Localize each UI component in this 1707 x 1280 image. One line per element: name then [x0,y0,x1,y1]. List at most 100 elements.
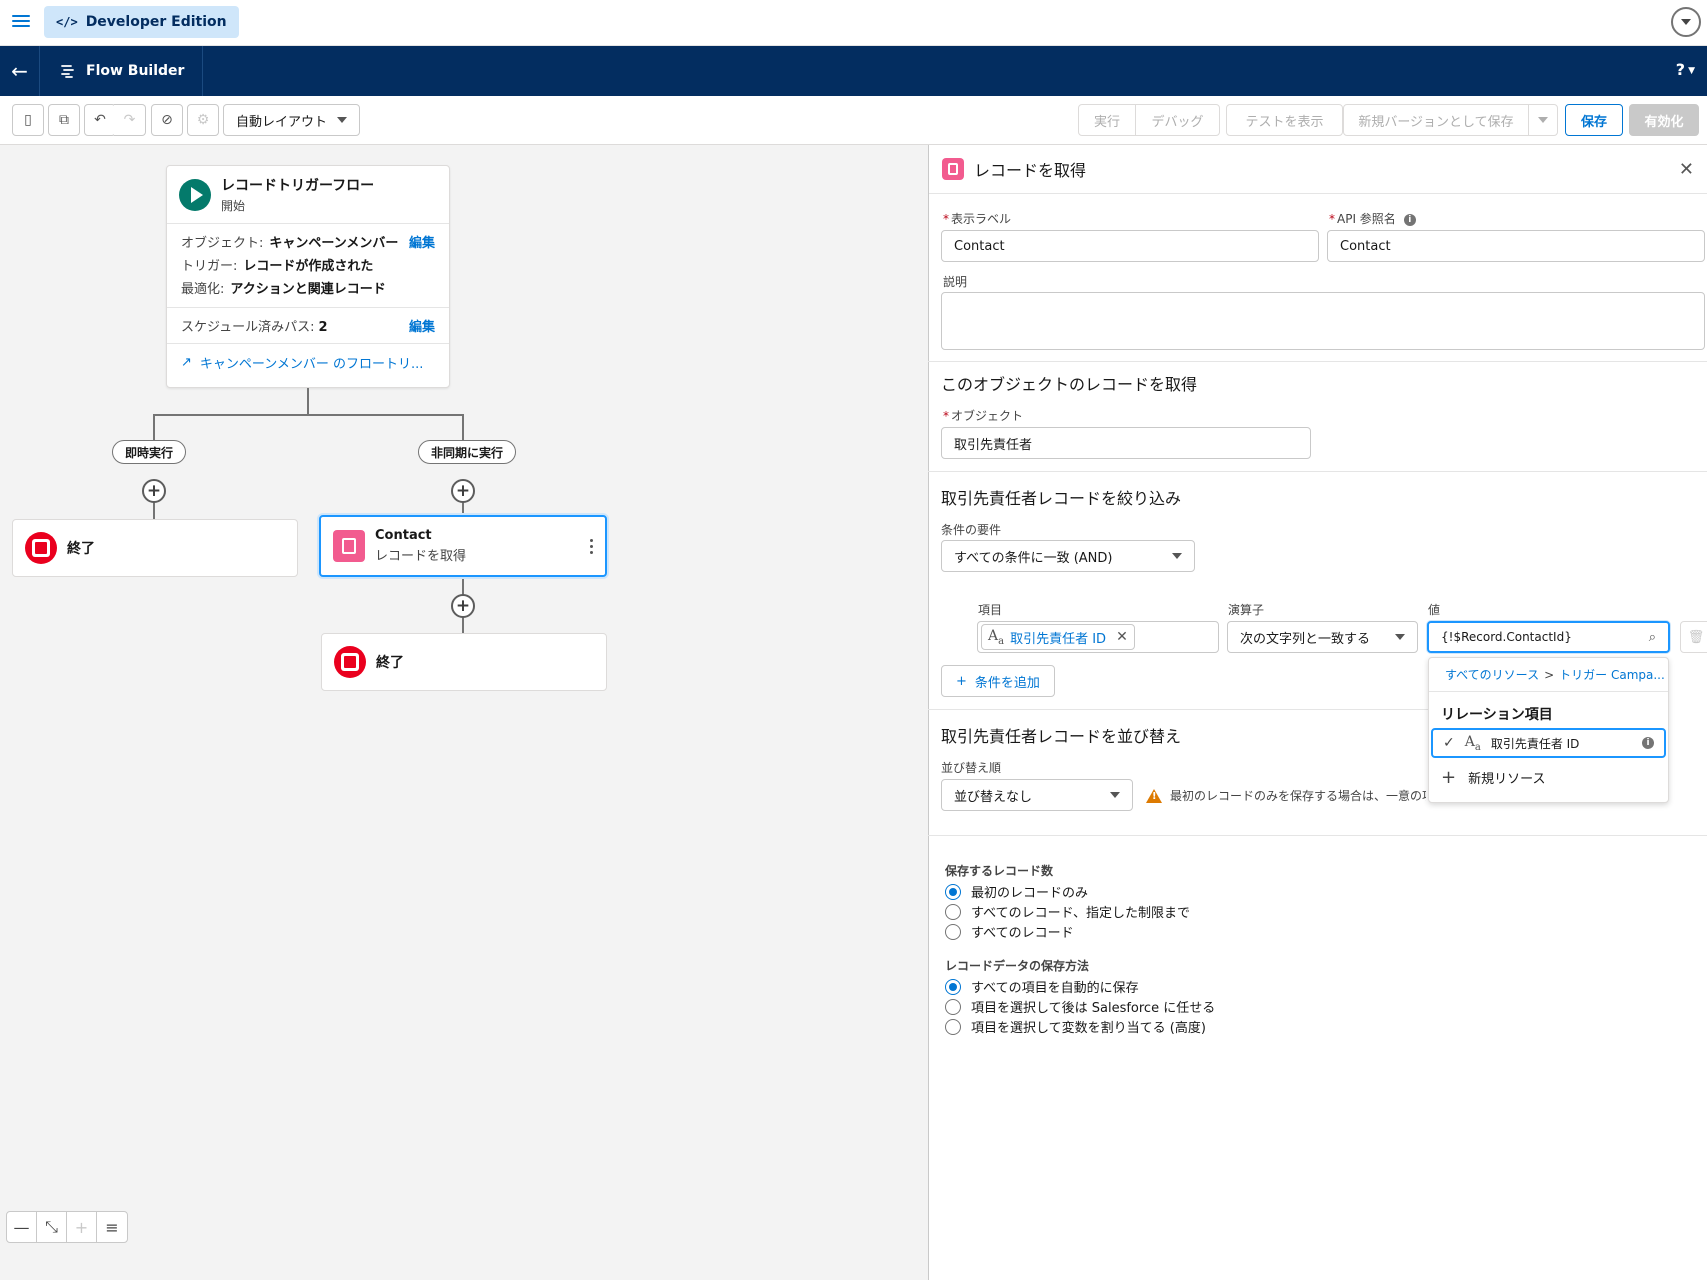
activate-button[interactable]: 有効化 [1629,104,1699,136]
user-menu-button[interactable] [1671,7,1701,37]
divider [928,471,1707,472]
edit-scheduled-paths-link[interactable]: 編集 [409,316,435,335]
gear-icon: ⚙ [196,112,210,128]
add-element-button[interactable]: + [451,479,475,503]
description-textarea[interactable] [941,292,1705,350]
layout-select[interactable]: 自動レイアウト [223,104,360,136]
breadcrumb: すべてのリソース > トリガー Campa... [1429,658,1668,692]
save-options-button[interactable] [1528,104,1558,136]
optimize-value: アクションと関連レコード [230,282,386,297]
flow-icon [61,65,74,78]
store-method-option[interactable]: 項目を選択して後は Salesforce に任せる [945,997,1215,1016]
record-count-option[interactable]: 最初のレコードのみ [945,882,1088,901]
get-records-icon [942,158,964,180]
sort-order-select[interactable]: 並び替えなし [941,779,1133,811]
condition-requirement-select[interactable]: すべての条件に一致 (AND) [941,540,1195,572]
toggle-toolbox-button[interactable]: ▯ [12,104,44,136]
field-pill-label: 取引先責任者 ID [1010,631,1107,647]
trigger-key: トリガー: [181,259,238,274]
ban-icon: ⊘ [161,112,173,128]
add-element-button[interactable]: + [451,594,475,618]
info-icon[interactable]: i [1403,213,1416,226]
object-input[interactable]: 取引先責任者 [941,427,1311,459]
divider [928,709,1428,710]
back-button[interactable]: ← [0,46,40,96]
start-element[interactable]: レコードトリガーフロー 開始 オブジェクト: キャンペーンメンバー 編集 トリガ… [166,165,450,388]
label-field-label: * 表示ラベル [943,212,1012,226]
zoom-out-button[interactable]: — [7,1212,37,1242]
save-as-new-version-button[interactable]: 新規バージョンとして保存 [1343,104,1529,136]
condition-field-input[interactable]: Aa 取引先責任者 ID ✕ [977,621,1219,653]
delete-condition-button[interactable]: 🗑 [1680,621,1707,653]
text-field-icon: Aa [1464,733,1481,753]
zoom-in-button[interactable]: + [67,1212,97,1242]
panel-title: レコードを取得 [974,161,1087,180]
flow-canvas[interactable]: レコードトリガーフロー 開始 オブジェクト: キャンペーンメンバー 編集 トリガ… [0,145,928,1280]
condition-value-input[interactable]: {!$Record.ContactId} ⌕ [1427,621,1670,653]
stop-icon [334,646,366,678]
object-key: オブジェクト: [181,236,264,251]
check-icon: ✓ [1443,735,1455,751]
label-input[interactable]: Contact [941,230,1319,262]
sidebar-icon: ▯ [24,112,32,128]
new-resource-option[interactable]: + 新規リソース [1429,758,1668,796]
radio-selected[interactable] [945,978,961,995]
record-count-option[interactable]: すべてのレコード、指定した制限まで [945,902,1190,921]
radio[interactable] [945,1018,961,1035]
store-method-option[interactable]: 項目を選択して変数を割り当てる (高度) [945,1017,1206,1036]
object-value: キャンペーンメンバー [269,236,399,251]
field-pill[interactable]: Aa 取引先責任者 ID ✕ [981,624,1135,650]
radio[interactable] [945,998,961,1015]
end-element[interactable]: 終了 [12,519,298,577]
add-element-button[interactable]: + [142,479,166,503]
settings-button[interactable]: ⚙ [187,104,219,136]
show-tests-button[interactable]: テストを表示 [1226,104,1343,136]
stop-icon [25,532,57,564]
redo-button[interactable]: ↷ [114,104,146,136]
fit-view-button[interactable]: ⤡ [37,1212,67,1242]
sort-warning: 最初のレコードのみを保存する場合は、一意の項 [1146,787,1426,804]
optimize-key: 最適化: [181,282,225,297]
chevron-down-icon [1110,792,1120,798]
breadcrumb-root[interactable]: すべてのリソース [1445,666,1539,683]
trigger-explorer-link[interactable]: ↗ キャンペーンメンバー のフロートリ... [167,344,449,381]
store-method-option[interactable]: すべての項目を自動的に保存 [945,977,1139,996]
close-icon[interactable]: ✕ [1116,629,1128,645]
debug-button[interactable]: デバッグ [1135,104,1220,136]
get-records-element[interactable]: Contact レコードを取得 [319,515,607,577]
info-icon[interactable]: i [1642,737,1654,749]
option-label: すべての項目を自動的に保存 [971,981,1139,996]
trigger-value: レコードが作成された [243,259,374,274]
divider [928,361,1707,362]
radio[interactable] [945,903,961,920]
option-label: すべてのレコード [971,926,1074,941]
undo-button[interactable]: ↶ [84,104,116,136]
play-icon [179,178,211,211]
errors-button[interactable]: ⊘ [151,104,183,136]
more-actions-icon[interactable] [590,538,593,554]
chevron-down-icon [1395,634,1405,640]
radio-selected[interactable] [945,883,961,900]
record-count-option[interactable]: すべてのレコード [945,922,1074,941]
save-button[interactable]: 保存 [1565,104,1623,136]
option-label: 項目を選択して変数を割り当てる (高度) [971,1021,1206,1036]
store-method-group-label: レコードデータの保存方法 [945,959,1090,973]
center-view-button[interactable]: ≡ [97,1212,127,1242]
app-launcher-icon[interactable] [12,12,30,30]
run-button[interactable]: 実行 [1078,104,1136,136]
start-subtitle: 開始 [221,199,246,213]
object-field-label: * オブジェクト [943,409,1024,423]
radio[interactable] [945,923,961,940]
add-condition-button[interactable]: + 条件を追加 [941,665,1055,697]
dropdown-option[interactable]: ✓ Aa 取引先責任者 ID i [1431,728,1666,758]
copy-button[interactable]: ⧉ [48,104,80,136]
record-count-group-label: 保存するレコード数 [945,864,1054,878]
close-icon[interactable]: ✕ [1679,159,1694,180]
help-menu-button[interactable]: ? ▼ [1676,60,1695,79]
condition-operator-select[interactable]: 次の文字列と一致する [1227,621,1418,653]
api-name-input[interactable]: Contact [1327,230,1705,262]
chevron-down-icon [1172,553,1182,559]
end-element[interactable]: 終了 [321,633,607,691]
breadcrumb-current[interactable]: トリガー Campa... [1559,666,1665,683]
edit-trigger-link[interactable]: 編集 [409,232,435,251]
